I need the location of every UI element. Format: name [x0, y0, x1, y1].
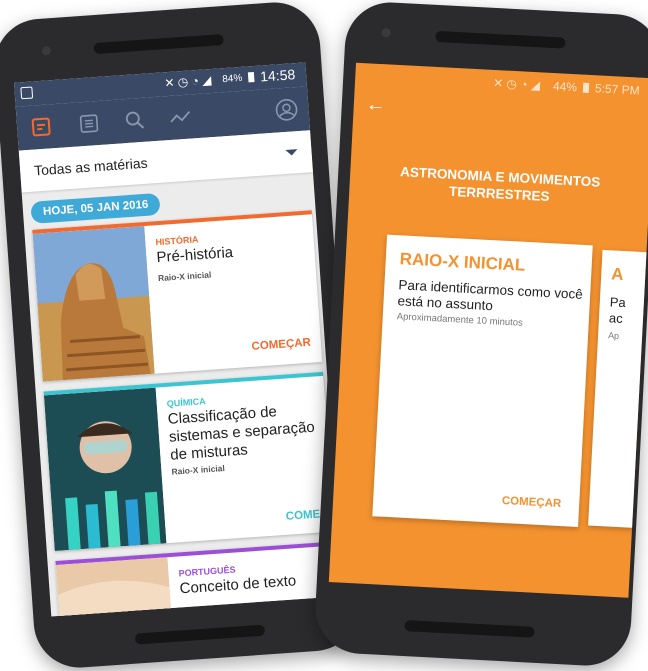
tab-activities[interactable] [26, 112, 56, 142]
top-speaker [435, 30, 566, 49]
tab-list[interactable] [74, 109, 104, 139]
tab-profile[interactable] [272, 95, 302, 125]
front-camera [41, 46, 52, 56]
right-screen: ✕ ◷ ◔ ◢ 44% 5:57 PM ← ASTRONOMIA E MOVIM… [328, 62, 648, 598]
battery-icon [247, 71, 255, 83]
card-title: Classificação de sistemas e separação de… [167, 403, 316, 464]
peek-text: Pa ac [609, 294, 627, 327]
subject-filter-value: Todas as matérias [33, 154, 149, 179]
card-subtitle: Raio-X inicial [171, 463, 226, 477]
battery-percent: 44% [552, 79, 578, 95]
status-bar: ✕ ◷ ◔ ◢ 44% 5:57 PM [355, 63, 648, 103]
book-image [55, 557, 173, 617]
card-title: RAIO-X INICIAL [399, 249, 526, 275]
search-icon [125, 111, 145, 129]
xray-card[interactable]: RAIO-X INICIAL Para identificarmos como … [372, 234, 593, 527]
card-subject: HISTÓRIA [155, 234, 199, 248]
back-arrow-icon[interactable]: ← [365, 93, 386, 117]
peek-meta: Ap [607, 330, 620, 341]
topic-heading: ASTRONOMIA E MOVIMENTOS TERRRESTRES [399, 164, 601, 205]
battery-percent: 84% [221, 72, 243, 86]
signal-icons: ✕ ◷ ◔ ◢ [163, 73, 212, 91]
chevron-down-icon [285, 149, 298, 156]
bottom-speaker [134, 624, 266, 645]
right-phone: ✕ ◷ ◔ ◢ 44% 5:57 PM ← ASTRONOMIA E MOVIM… [313, 0, 648, 668]
clock: 14:58 [259, 66, 296, 85]
front-camera [381, 28, 391, 38]
sphinx-image [32, 226, 155, 382]
profile-icon [275, 99, 298, 121]
start-button[interactable]: COMEÇAR [251, 337, 311, 353]
peek-title: A [610, 264, 625, 285]
signal-icons: ✕ ◷ ◔ ◢ [492, 75, 541, 93]
card-subject: QUÍMICA [166, 396, 207, 409]
bottom-speaker [404, 620, 535, 638]
peek-line1: Pa [609, 294, 627, 311]
chemistry-image [43, 387, 167, 552]
peek-line2: ac [608, 310, 624, 327]
next-card-peek[interactable]: A Pa ac Ap [588, 249, 648, 529]
activities-icon [31, 117, 51, 137]
chart-line-icon [170, 110, 191, 123]
start-button[interactable]: COMEÇAR [502, 495, 562, 510]
lesson-card-historia[interactable]: HISTÓRIA Pré-história Raio-X inicial COM… [32, 210, 323, 382]
notification-icon [20, 86, 34, 100]
list-icon [79, 114, 99, 133]
tab-search[interactable] [120, 105, 150, 135]
left-screen: ✕ ◷ ◔ ◢ 84% 14:58 Todas as matérias HOJE… [14, 62, 343, 617]
card-subtitle: Raio-X inicial [157, 269, 212, 284]
top-speaker [93, 34, 224, 55]
tab-stats[interactable] [166, 102, 196, 132]
clock: 5:57 PM [594, 81, 641, 98]
lesson-card-portugues[interactable]: PORTUGUÊS Conceito de texto [55, 541, 341, 617]
lesson-card-quimica[interactable]: QUÍMICA Classificação de sistemas e sepa… [43, 371, 337, 552]
left-phone: ✕ ◷ ◔ ◢ 84% 14:58 Todas as matérias HOJE… [0, 0, 363, 671]
battery-icon [582, 82, 590, 93]
date-badge: HOJE, 05 JAN 2016 [30, 192, 162, 224]
